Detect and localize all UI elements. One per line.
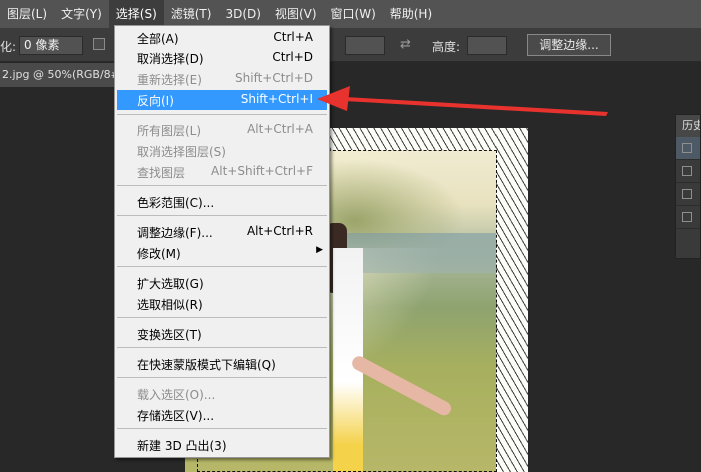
annotation-arrow-head [317,86,350,111]
annotation-arrow-shaft [344,97,608,116]
annotation-arrow [317,86,608,116]
